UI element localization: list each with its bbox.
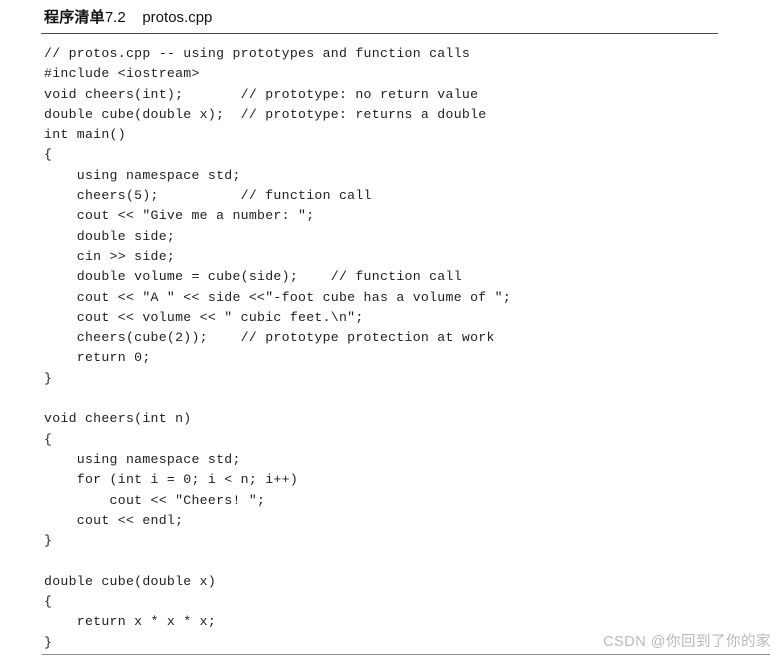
code-line: #include <iostream> — [44, 66, 200, 82]
code-line: } — [44, 533, 53, 549]
code-line: double volume = cube(side); // function … — [44, 269, 462, 285]
caption-divider — [41, 33, 718, 34]
code-line: { — [44, 147, 53, 163]
code-line: return 0; — [44, 350, 151, 366]
code-line: cout << endl; — [44, 512, 184, 528]
code-line: cheers(cube(2)); // prototype protection… — [44, 330, 495, 346]
code-line: for (int i = 0; i < n; i++) — [44, 472, 299, 488]
code-line: int main() — [44, 127, 126, 143]
code-line: cin >> side; — [44, 248, 176, 264]
code-line: cout << "Cheers! "; — [44, 492, 266, 508]
code-line: using namespace std; — [44, 451, 241, 467]
code-line: cheers(5); // function call — [44, 188, 372, 204]
code-line: double cube(double x) — [44, 573, 217, 589]
listing-caption: 程序清单7.2 protos.cpp — [44, 8, 212, 28]
code-line: cout << volume << " cubic feet.\n"; — [44, 309, 364, 325]
code-line: void cheers(int n) — [44, 411, 192, 427]
code-line: using namespace std; — [44, 167, 241, 183]
code-line: } — [44, 370, 53, 386]
code-line: double side; — [44, 228, 176, 244]
code-line: { — [44, 594, 53, 610]
code-line: return x * x * x; — [44, 614, 217, 630]
csdn-watermark: CSDN @你回到了你的家 — [603, 634, 771, 650]
caption-filename: protos.cpp — [142, 9, 213, 26]
code-listing: // protos.cpp -- using prototypes and fu… — [44, 44, 744, 653]
code-line: double cube(double x); // prototype: ret… — [44, 106, 487, 122]
caption-separator — [126, 9, 143, 26]
code-line: { — [44, 431, 53, 447]
code-line: void cheers(int); // prototype: no retur… — [44, 86, 479, 102]
caption-label: 程序清单 — [44, 9, 105, 26]
code-line: cout << "A " << side <<"-foot cube has a… — [44, 289, 512, 305]
footer-divider — [42, 654, 770, 655]
code-line: cout << "Give me a number: "; — [44, 208, 315, 224]
caption-number: 7.2 — [104, 9, 126, 26]
code-line: // protos.cpp -- using prototypes and fu… — [44, 46, 471, 61]
